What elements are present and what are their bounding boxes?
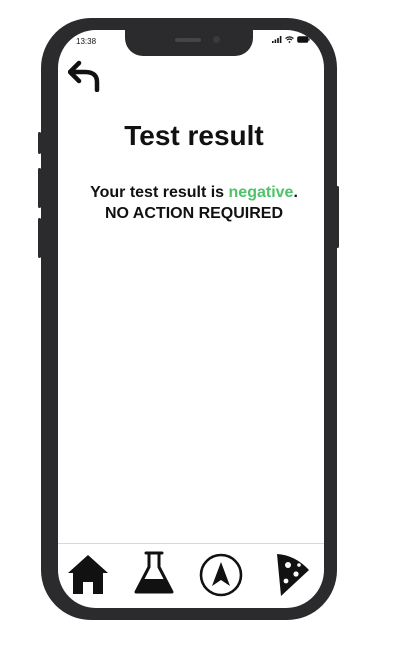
phone-screen [58,30,324,608]
result-action: NO ACTION REQUIRED [104,205,284,222]
tab-bar-divider [58,543,324,544]
result-prefix: Your test result is [90,184,229,201]
result-suffix: . [293,184,298,201]
side-button-silent [38,132,41,154]
navigation-compass-icon [199,553,243,597]
back-arrow-icon [67,60,100,93]
result-status: negative [228,184,294,201]
notch [125,30,253,56]
notch-speaker [175,38,201,42]
status-icons [272,36,310,43]
result-message: Your test result is negative. NO ACTION … [58,182,330,224]
wifi-icon [285,36,294,43]
back-button[interactable] [67,60,102,93]
tab-lab[interactable] [133,550,175,596]
side-button-volume-down [38,218,41,258]
page-title: Test result [124,120,264,151]
tab-food[interactable] [275,550,313,598]
pizza-slice-icon [277,554,309,596]
status-time: 13:38 [76,37,97,46]
lab-flask-icon [134,551,174,594]
tab-navigation[interactable] [199,553,243,597]
battery-icon [297,36,310,43]
result-line: Your test result is negative. [58,182,330,203]
side-button-power [336,186,339,248]
signal-icon [272,36,282,43]
notch-camera [213,36,220,43]
home-icon [68,555,108,594]
tab-home[interactable] [66,553,110,595]
side-button-volume-up [38,168,41,208]
